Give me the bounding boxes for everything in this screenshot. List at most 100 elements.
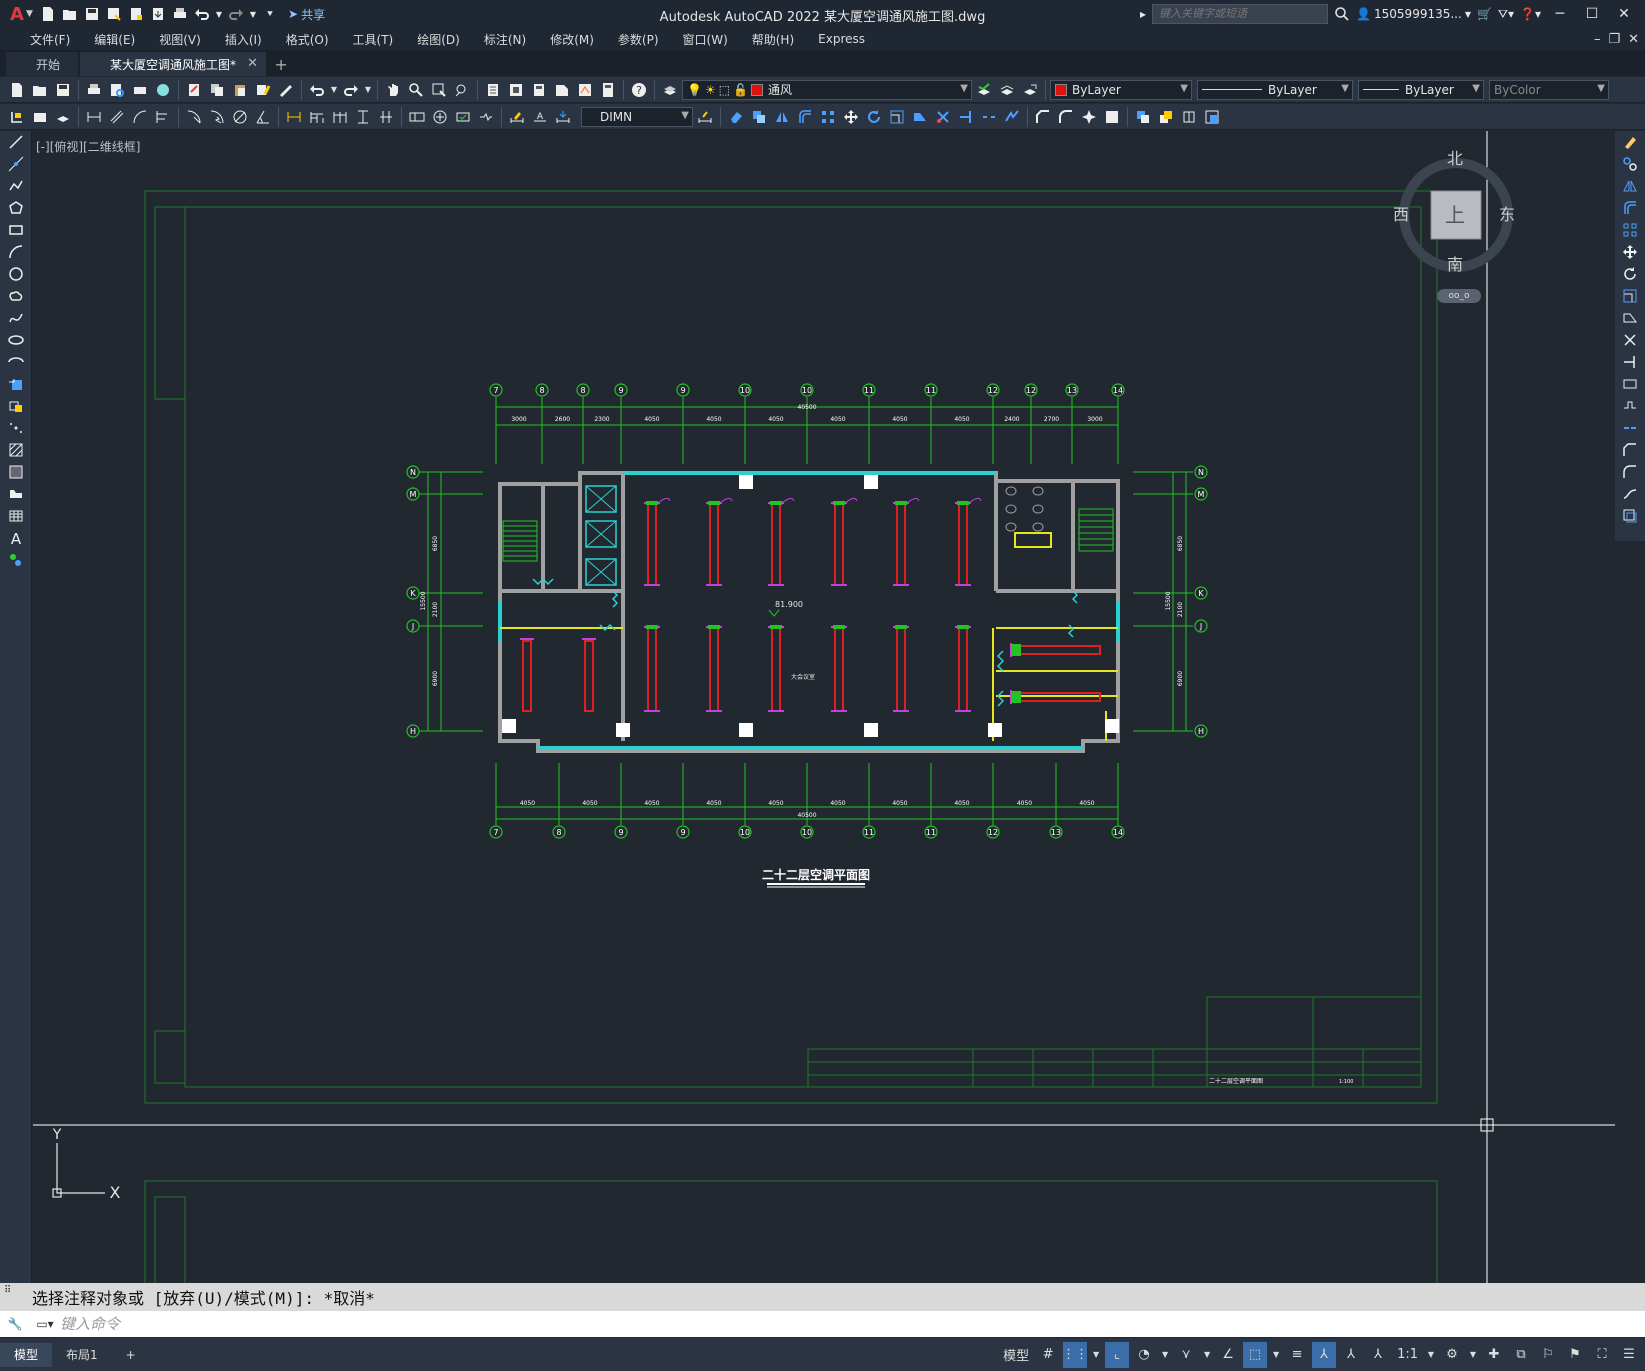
tab-drawing[interactable]: 某大厦空调通风施工图* ✕ — [80, 52, 267, 76]
a360-icon[interactable]: ⛛▾ — [1498, 7, 1514, 22]
tb-ucs-world-icon[interactable] — [52, 106, 74, 128]
menu-tools[interactable]: 工具(T) — [341, 28, 406, 50]
tb-save-icon[interactable] — [52, 79, 74, 101]
tab-model[interactable]: 模型 — [0, 1342, 53, 1367]
tb-break-icon[interactable] — [978, 106, 1000, 128]
tb-named-ucs-icon[interactable] — [29, 106, 51, 128]
close-window-button[interactable]: ✕ — [1611, 2, 1637, 26]
tb-zoom-realtime-icon[interactable] — [405, 79, 427, 101]
menu-dimension[interactable]: 标注(N) — [472, 28, 538, 50]
minimize-button[interactable]: ─ — [1547, 2, 1573, 26]
tb-dim-angular-icon[interactable] — [252, 106, 274, 128]
extend-icon[interactable] — [1615, 351, 1645, 373]
insert-block-icon[interactable] — [0, 373, 32, 395]
explode-icon[interactable] — [1615, 505, 1645, 527]
arc-icon[interactable] — [0, 241, 32, 263]
tab-layout1[interactable]: 布局1 — [52, 1343, 112, 1367]
menu-edit[interactable]: 编辑(E) — [82, 28, 147, 50]
menu-insert[interactable]: 插入(I) — [213, 28, 274, 50]
menu-express[interactable]: Express — [806, 28, 877, 50]
line-icon[interactable] — [0, 131, 32, 153]
quick-properties-icon[interactable]: ⚐ — [1536, 1342, 1560, 1368]
tb-dim-ordinate-icon[interactable] — [152, 106, 174, 128]
user-account-button[interactable]: 👤 1505999135... ▼ — [1356, 7, 1471, 21]
menu-help[interactable]: 帮助(H) — [740, 28, 806, 50]
tb-new-icon[interactable] — [6, 79, 28, 101]
erase-icon[interactable] — [1615, 131, 1645, 153]
help-search-input[interactable] — [1152, 4, 1329, 24]
tb-copy-icon[interactable] — [206, 79, 228, 101]
layer-freeze-icon[interactable]: ⬚ — [719, 83, 730, 97]
tb-dim-radius-icon[interactable] — [183, 106, 205, 128]
clean-screen-icon[interactable]: ⛶ — [1590, 1342, 1614, 1368]
save-web-icon[interactable] — [148, 4, 168, 24]
annotation-visibility-icon[interactable]: ⅄ — [1312, 1341, 1337, 1368]
mtext-icon[interactable]: A — [0, 527, 32, 549]
viewcube[interactable]: 北 南 西 东 上 — [1391, 145, 1521, 275]
tb-rotate-icon[interactable] — [863, 106, 885, 128]
polar-dropdown-icon[interactable]: ▼ — [1159, 1342, 1171, 1368]
tb-dimstyle-icon[interactable] — [694, 106, 716, 128]
customize-qat-icon[interactable]: ⯆ — [260, 4, 280, 24]
tb-center-mark-icon[interactable] — [429, 106, 451, 128]
tb-dim-diameter-icon[interactable] — [229, 106, 251, 128]
region-icon[interactable] — [0, 483, 32, 505]
open-icon[interactable] — [60, 4, 80, 24]
tb-plot-preview-icon[interactable] — [106, 79, 128, 101]
mirror-icon[interactable] — [1615, 175, 1645, 197]
tb-copy-object-icon[interactable] — [748, 106, 770, 128]
fillet-icon[interactable] — [1615, 461, 1645, 483]
units-icon[interactable]: ⧉ — [1509, 1342, 1533, 1368]
tb-bring-front-icon[interactable] — [1155, 106, 1177, 128]
linetype-dropdown[interactable]: ByLayer ▼ — [1197, 79, 1353, 100]
tb-block-editor-icon[interactable] — [275, 79, 297, 101]
blend-curves-icon[interactable] — [1615, 483, 1645, 505]
tb-erase-icon[interactable] — [725, 106, 747, 128]
tb-paste-icon[interactable] — [229, 79, 251, 101]
lock-icon[interactable]: 🔓 — [733, 83, 748, 97]
doc-minimize-button[interactable]: – — [1594, 32, 1601, 47]
tb-tool-palettes-icon[interactable] — [528, 79, 550, 101]
rotate-icon[interactable] — [1615, 263, 1645, 285]
new-tab-button[interactable]: + — [268, 52, 294, 76]
tb-offset-icon[interactable] — [794, 106, 816, 128]
tb-dim-arc-icon[interactable] — [129, 106, 151, 128]
tb-extend-icon[interactable] — [955, 106, 977, 128]
tb-dim-update-icon[interactable] — [552, 106, 574, 128]
ortho-icon[interactable]: ⌞ — [1105, 1341, 1130, 1368]
tb-mirror-icon[interactable] — [771, 106, 793, 128]
osnap-dropdown-icon[interactable]: ▼ — [1270, 1342, 1282, 1368]
add-scale-icon[interactable]: ✚ — [1482, 1342, 1506, 1368]
workspace-dropdown-icon[interactable]: ▼ — [1467, 1342, 1479, 1368]
polygon-icon[interactable] — [0, 197, 32, 219]
tb-send-back-icon[interactable] — [1178, 106, 1200, 128]
copy-icon[interactable] — [1615, 153, 1645, 175]
plot-icon[interactable] — [170, 4, 190, 24]
tb-dim-break-icon[interactable] — [375, 106, 397, 128]
tb-plot-icon[interactable] — [83, 79, 105, 101]
scale-dropdown-icon[interactable]: ▼ — [1425, 1342, 1437, 1368]
ellipse-arc-icon[interactable] — [0, 351, 32, 373]
plotstyle-dropdown[interactable]: ByColor ▼ — [1489, 79, 1609, 100]
redo-icon[interactable] — [226, 4, 246, 24]
tb-layer-properties-icon[interactable] — [659, 79, 681, 101]
tb-dim-space-icon[interactable] — [352, 106, 374, 128]
iso-dropdown-icon[interactable]: ▼ — [1201, 1342, 1213, 1368]
help-icon[interactable]: ❓▾ — [1520, 7, 1541, 21]
tb-dim-continue-icon[interactable] — [329, 106, 351, 128]
add-layout-icon[interactable]: + — [112, 1343, 150, 1367]
tb-redo-icon[interactable] — [340, 79, 362, 101]
app-menu-button[interactable]: A ▼ — [6, 2, 36, 26]
tb-explode-icon[interactable] — [1078, 106, 1100, 128]
tb-3dprint-icon[interactable] — [152, 79, 174, 101]
annotation-scale-icon[interactable]: ⅄ — [1366, 1342, 1390, 1368]
tb-properties-icon[interactable] — [482, 79, 504, 101]
menu-parametric[interactable]: 参数(P) — [606, 28, 671, 50]
object-snap-tracking-icon[interactable]: ∠ — [1216, 1342, 1240, 1368]
tb-stretch-icon[interactable] — [909, 106, 931, 128]
menu-file[interactable]: 文件(F) — [18, 28, 82, 50]
viewcube-south[interactable]: 南 — [1447, 251, 1463, 275]
polyline-icon[interactable] — [0, 175, 32, 197]
tb-text-front-icon[interactable] — [1201, 106, 1223, 128]
save-as-icon[interactable] — [104, 4, 124, 24]
